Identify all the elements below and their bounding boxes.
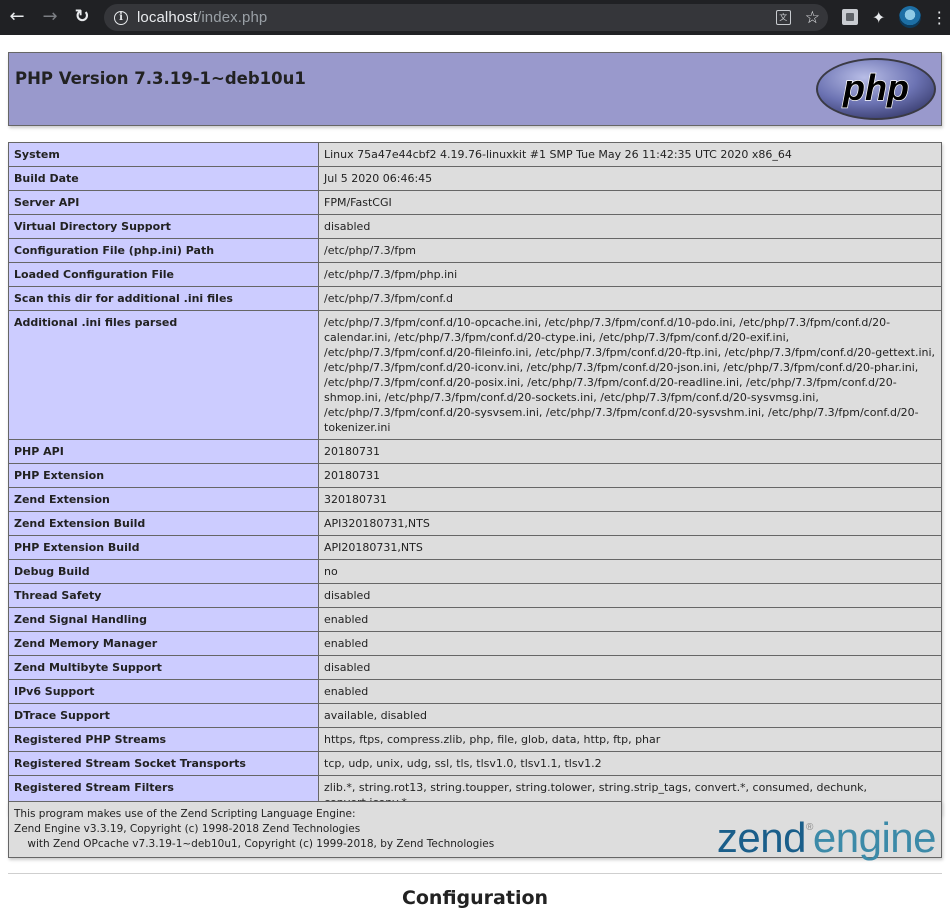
forward-arrow-icon[interactable]: → [40,7,60,27]
row-value: /etc/php/7.3/fpm/conf.d/10-opcache.ini, … [318,310,942,440]
row-key: PHP Extension Build [8,535,319,560]
zend-engine-logo: zend®engine [716,804,937,862]
row-key: Server API [8,190,319,215]
table-row: Zend Extension Build API320180731,NTS [8,511,942,536]
address-bar[interactable]: i localhost/index.php 文 ☆ [104,4,828,31]
table-row: Scan this dir for additional .ini files /… [8,286,942,311]
avatar[interactable] [899,6,922,28]
site-info-icon[interactable]: i [114,10,128,25]
configuration-heading: Configuration [401,887,549,909]
row-value: disabled [318,214,942,239]
row-key: Configuration File (php.ini) Path [8,238,319,263]
page-title: PHP Version 7.3.19-1~deb10u1 [15,69,306,88]
table-row: Thread Safety disabled [8,583,942,608]
section-divider [8,873,942,874]
row-key: Zend Extension [8,487,319,512]
table-row: Configuration File (php.ini) Path/etc/ph… [8,238,942,263]
table-row: Additional .ini files parsed/etc/php/7.3… [8,310,942,440]
row-value: enabled [318,607,942,632]
table-row: Registered PHP Streams https, ftps, compr… [8,727,942,752]
row-value: /etc/php/7.3/fpm/php.ini [318,262,942,287]
row-value: /etc/php/7.3/fpm/conf.d [318,286,942,311]
row-key: Zend Signal Handling [8,607,319,632]
php-logo-icon: php [816,58,936,120]
zend-logo-registered: ® [806,822,813,833]
row-key: IPv6 Support [8,679,319,704]
browser-toolbar: ← → ↻ i localhost/index.php 文 ☆ ✦ ⋮ [0,0,950,35]
url-text[interactable]: localhost/index.php [137,9,267,26]
table-row: Virtual Directory Support disabled [8,214,942,239]
zend-credits: This program makes use of the Zend Scrip… [14,807,494,852]
row-value: tcp, udp, unix, udg, ssl, tls, tlsv1.0, … [318,751,942,776]
bookmark-star-icon[interactable]: ☆ [805,8,820,28]
table-row: Debug Build no [8,559,942,584]
zend-logo-part2: engine [812,814,937,861]
row-key: Virtual Directory Support [8,214,319,239]
row-value: disabled [318,655,942,680]
row-key: Zend Memory Manager [8,631,319,656]
row-key: Debug Build [8,559,319,584]
table-row: Build Date Jul 5 2020 06:46:45 [8,166,942,191]
zend-engine-box: This program makes use of the Zend Scrip… [8,801,942,861]
table-row: Zend Memory Manager enabled [8,631,942,656]
row-value: 20180731 [318,439,942,464]
table-row: Zend Extension 320180731 [8,487,942,512]
row-value: enabled [318,679,942,704]
row-value: disabled [318,583,942,608]
row-key: Registered Stream Socket Transports [8,751,319,776]
row-value: /etc/php/7.3/fpm [318,238,942,263]
phpinfo-table: System Linux 75a47e44cbf2 4.19.76-linuxki… [8,142,942,815]
table-row: Zend Multibyte Support disabled [8,655,942,680]
row-key: Additional .ini files parsed [8,310,319,440]
puzzle-icon[interactable]: ✦ [872,8,885,27]
extensions-area: ✦ ⋮ [842,6,947,28]
table-row: Registered Stream Socket Transports tcp, … [8,751,942,776]
table-row: Zend Signal Handling enabled [8,607,942,632]
row-value: API20180731,NTS [318,535,942,560]
row-value: Jul 5 2020 06:46:45 [318,166,942,191]
zend-line-2: Zend Engine v3.3.19, Copyright (c) 1998-… [14,823,361,835]
table-row: PHP Extension 20180731 [8,463,942,488]
row-key: PHP API [8,439,319,464]
zend-line-1: This program makes use of the Zend Scrip… [14,808,356,820]
table-row: Loaded Configuration File/etc/php/7.3/fp… [8,262,942,287]
php-version-header: PHP Version 7.3.19-1~deb10u1 php [8,52,942,126]
url-host: localhost [137,9,198,26]
row-value: enabled [318,631,942,656]
table-row: Server API FPM/FastCGI [8,190,942,215]
row-value: Linux 75a47e44cbf2 4.19.76-linuxkit #1 S… [318,142,942,167]
zend-logo-part1: zend [716,814,807,861]
row-key: Zend Extension Build [8,511,319,536]
row-key: Loaded Configuration File [8,262,319,287]
row-value: 320180731 [318,487,942,512]
row-value: no [318,559,942,584]
row-key: Zend Multibyte Support [8,655,319,680]
row-key: Scan this dir for additional .ini files [8,286,319,311]
table-row: IPv6 Support enabled [8,679,942,704]
row-key: DTrace Support [8,703,319,728]
row-value: FPM/FastCGI [318,190,942,215]
row-value: 20180731 [318,463,942,488]
url-path: /index.php [197,9,268,26]
translate-icon[interactable]: 文 [775,10,791,25]
extension-icon[interactable] [842,9,858,25]
php-logo-text: php [842,67,909,108]
row-key: PHP Extension [8,463,319,488]
row-key: Thread Safety [8,583,319,608]
row-value: available, disabled [318,703,942,728]
row-key: Registered PHP Streams [8,727,319,752]
table-row: DTrace Support available, disabled [8,703,942,728]
zend-line-3: with Zend OPcache v7.3.19-1~deb10u1, Cop… [14,838,495,850]
table-row: PHP Extension Build API20180731,NTS [8,535,942,560]
row-value: API320180731,NTS [318,511,942,536]
row-key: System [8,142,319,167]
row-value: https, ftps, compress.zlib, php, file, g… [318,727,942,752]
table-row: System Linux 75a47e44cbf2 4.19.76-linuxki… [8,142,942,167]
back-arrow-icon[interactable]: ← [7,7,27,27]
menu-dots-icon[interactable]: ⋮ [931,8,947,27]
table-row: PHP API 20180731 [8,439,942,464]
row-key: Build Date [8,166,319,191]
reload-icon[interactable]: ↻ [72,7,92,27]
